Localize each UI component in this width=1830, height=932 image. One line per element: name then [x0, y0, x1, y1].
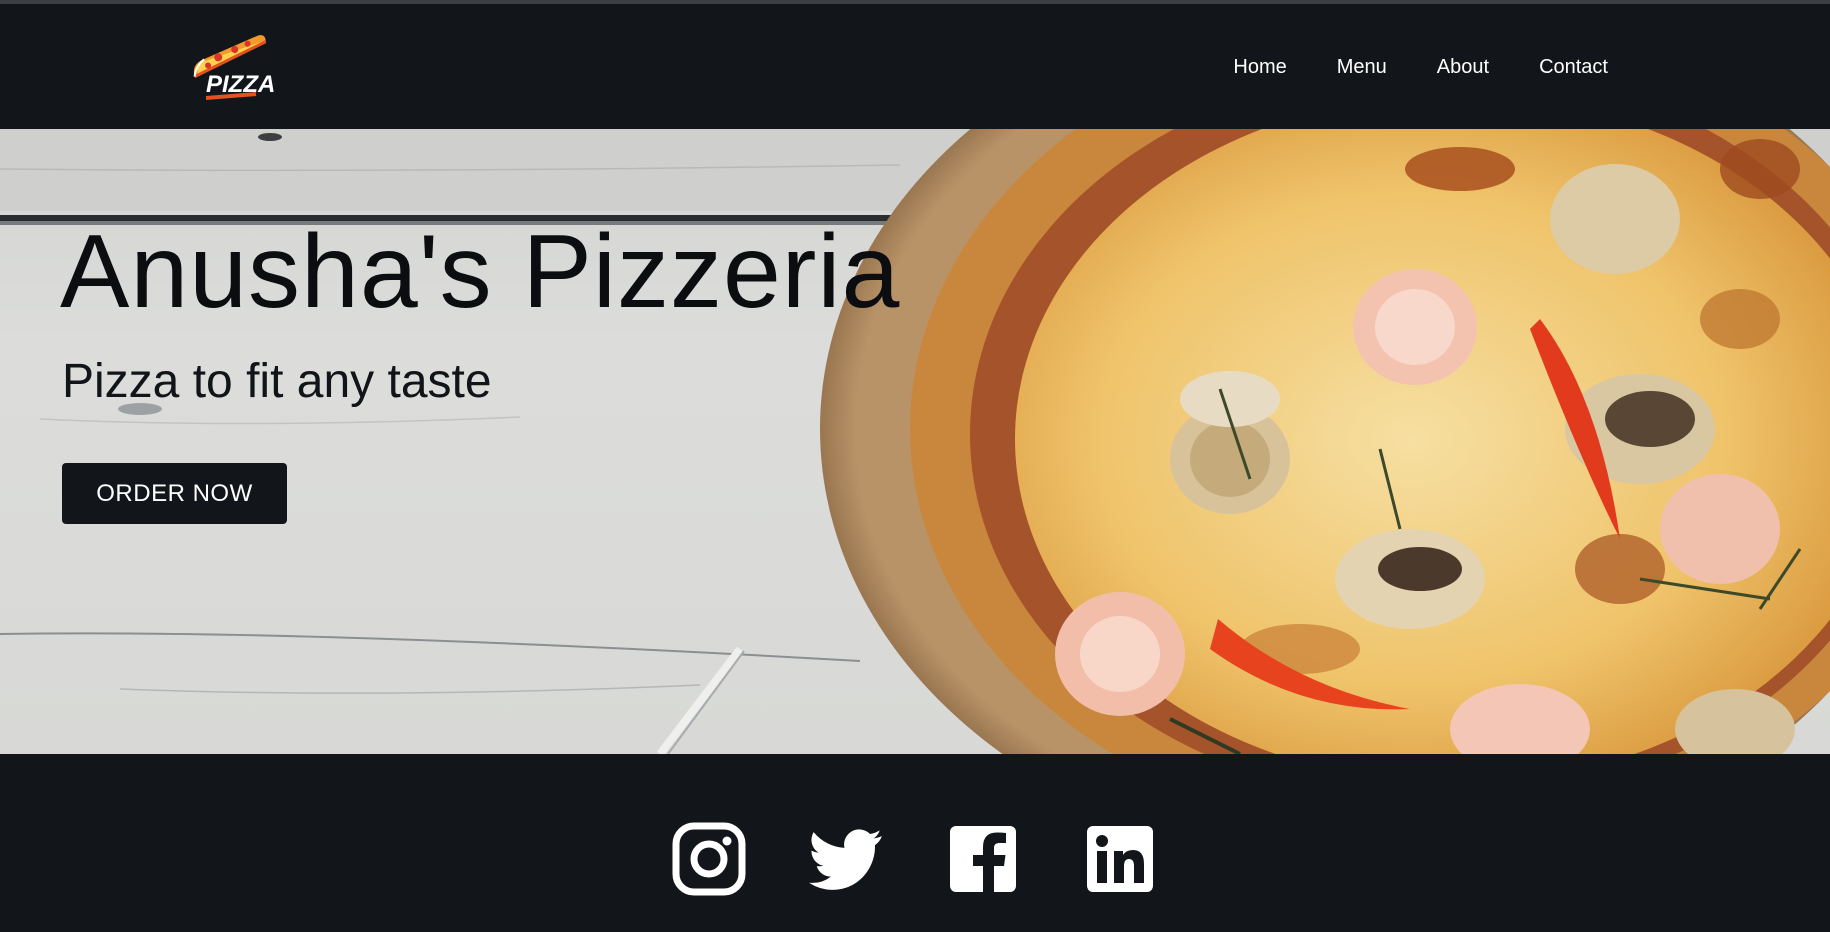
nav-menu-link[interactable]: Menu [1337, 56, 1387, 79]
pizza-logo[interactable]: PIZZA [186, 32, 276, 108]
facebook-icon[interactable] [946, 822, 1020, 896]
nav-contact-link[interactable]: Contact [1539, 56, 1608, 79]
hero-title: Anusha's Pizzeria [60, 214, 901, 330]
linkedin-icon[interactable] [1083, 822, 1157, 896]
navbar: PIZZA Home Menu About Contact [0, 4, 1830, 129]
footer [0, 754, 1830, 932]
social-links [672, 822, 1157, 896]
main-nav: Home Menu About Contact [1233, 56, 1608, 79]
twitter-icon[interactable] [809, 822, 883, 896]
order-now-button[interactable]: ORDER NOW [62, 463, 287, 524]
hero-section: Anusha's Pizzeria Pizza to fit any taste… [0, 129, 1830, 754]
instagram-icon[interactable] [672, 822, 746, 896]
hero-subtitle: Pizza to fit any taste [62, 355, 492, 408]
nav-home-link[interactable]: Home [1233, 56, 1286, 79]
nav-about-link[interactable]: About [1437, 56, 1489, 79]
